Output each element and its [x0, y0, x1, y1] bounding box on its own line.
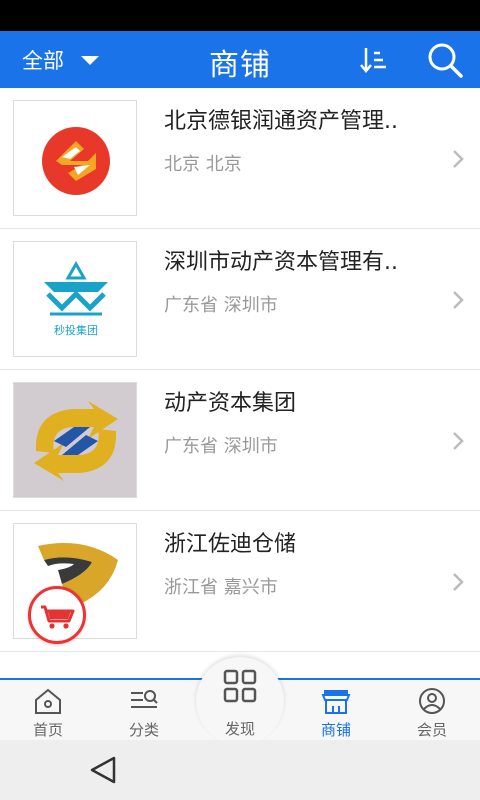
page-title: 商铺 [209, 48, 271, 83]
category-icon [131, 690, 158, 708]
store-location: 浙江省 嘉兴市 [164, 577, 278, 598]
store-logo [13, 100, 137, 216]
system-nav-bar [0, 740, 480, 800]
tab-label: 分类 [128, 721, 159, 739]
store-row[interactable]: 秒投集团 深圳市动产资本管理有.. 广东省 深圳市 [0, 229, 480, 370]
chevron-right-icon [453, 150, 464, 168]
home-icon [35, 688, 61, 714]
sort-button[interactable] [358, 45, 392, 75]
store-icon [321, 690, 351, 714]
tab-member[interactable]: 会员 [384, 680, 480, 742]
search-button[interactable] [424, 40, 468, 80]
store-location: 北京 北京 [164, 154, 242, 175]
user-icon [419, 688, 445, 714]
miaotou-group-logo: 秒投集团 [44, 260, 108, 337]
search-icon [428, 43, 463, 78]
store-logo: 秒投集团 [13, 241, 137, 357]
sort-icon [360, 48, 386, 73]
tab-category[interactable]: 分类 [96, 680, 192, 742]
store-logo [13, 382, 137, 498]
cart-button[interactable] [28, 586, 86, 644]
tab-label: 商铺 [320, 721, 351, 739]
logo-text: 秒投集团 [54, 323, 98, 337]
chevron-right-icon [453, 432, 464, 450]
store-name: 浙江佐迪仓储 [164, 532, 297, 557]
chevron-right-icon [453, 573, 464, 591]
store-name: 北京德银润通资产管理.. [164, 109, 398, 134]
store-location: 广东省 深圳市 [164, 295, 278, 316]
chevron-right-icon [453, 291, 464, 309]
red-orange-s-logo [42, 127, 110, 195]
store-location: 广东省 深圳市 [164, 436, 278, 457]
tab-label: 会员 [416, 721, 447, 739]
grid-icon [223, 669, 257, 703]
gold-blue-arrows-logo [14, 383, 136, 497]
back-icon[interactable] [86, 752, 122, 788]
store-name: 深圳市动产资本管理有.. [164, 250, 398, 275]
store-row[interactable]: 动产资本集团 广东省 深圳市 [0, 370, 480, 511]
tab-discover[interactable]: 发现 [196, 657, 284, 745]
store-row[interactable]: 北京德银润通资产管理.. 北京 北京 [0, 88, 480, 229]
cart-icon [41, 605, 75, 629]
status-bar [0, 0, 480, 31]
app-header: 全部 商铺 [0, 31, 480, 88]
tab-label: 首页 [32, 721, 63, 739]
tab-stores[interactable]: 商铺 [288, 680, 384, 742]
store-name: 动产资本集团 [164, 391, 297, 416]
tab-home[interactable]: 首页 [0, 680, 96, 742]
tab-label: 发现 [224, 720, 255, 738]
